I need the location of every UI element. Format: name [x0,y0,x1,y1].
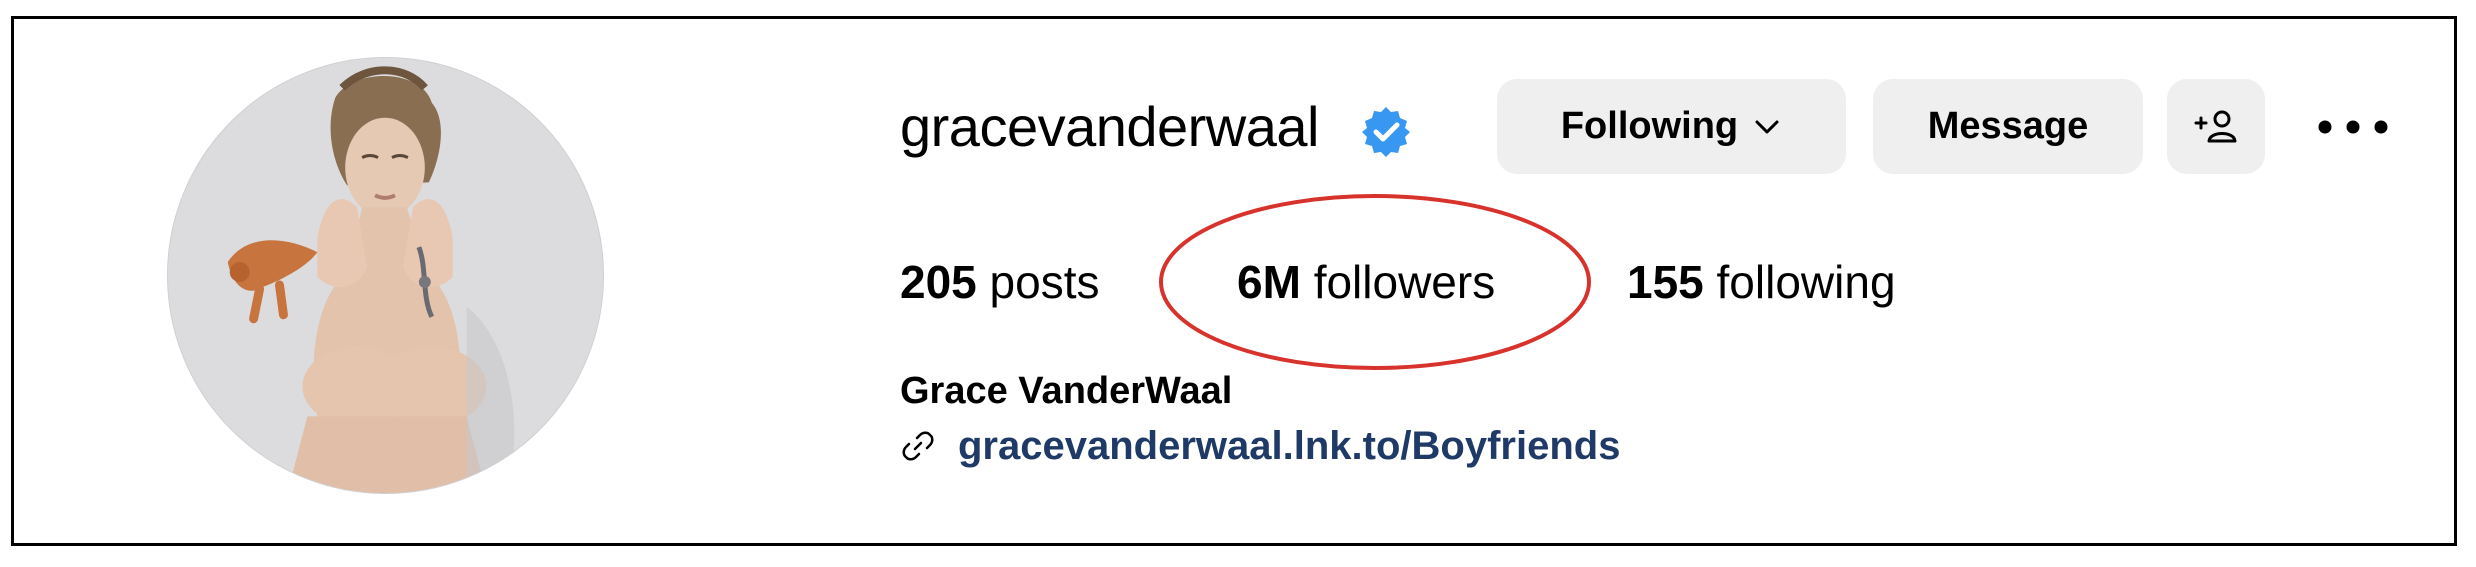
followers-count: 6M [1237,256,1301,308]
message-button-label: Message [1927,105,2089,147]
suggested-people-button[interactable] [2167,79,2265,174]
link-icon [902,431,934,461]
message-button[interactable]: Message [1873,79,2143,174]
following-button-label: Following [1560,105,1739,147]
more-options-button[interactable] [2310,100,2396,154]
avatar-photo [168,58,603,493]
profile-link-text[interactable]: gracevanderwaal.lnk.to/Boyfriends [958,424,1620,469]
more-options-icon [2318,120,2388,134]
add-person-icon [2194,110,2237,142]
following-count: 155 [1627,256,1704,308]
following-stat[interactable]: 155 following [1627,252,1896,312]
posts-label: posts [989,256,1100,308]
profile-avatar[interactable] [167,57,604,494]
posts-stat: 205 posts [900,252,1099,312]
followers-stat[interactable]: 6M followers [1237,252,1495,312]
following-label: following [1716,256,1896,308]
chevron-down-icon [1755,120,1779,133]
followers-label: followers [1313,256,1496,308]
profile-full-name: Grace VanderWaal [900,370,1233,412]
profile-link[interactable]: gracevanderwaal.lnk.to/Boyfriends [900,418,1620,474]
verified-badge-icon [1362,107,1410,157]
posts-count: 205 [900,256,977,308]
profile-username: gracevanderwaal [900,95,1319,158]
following-button[interactable]: Following [1497,79,1846,174]
